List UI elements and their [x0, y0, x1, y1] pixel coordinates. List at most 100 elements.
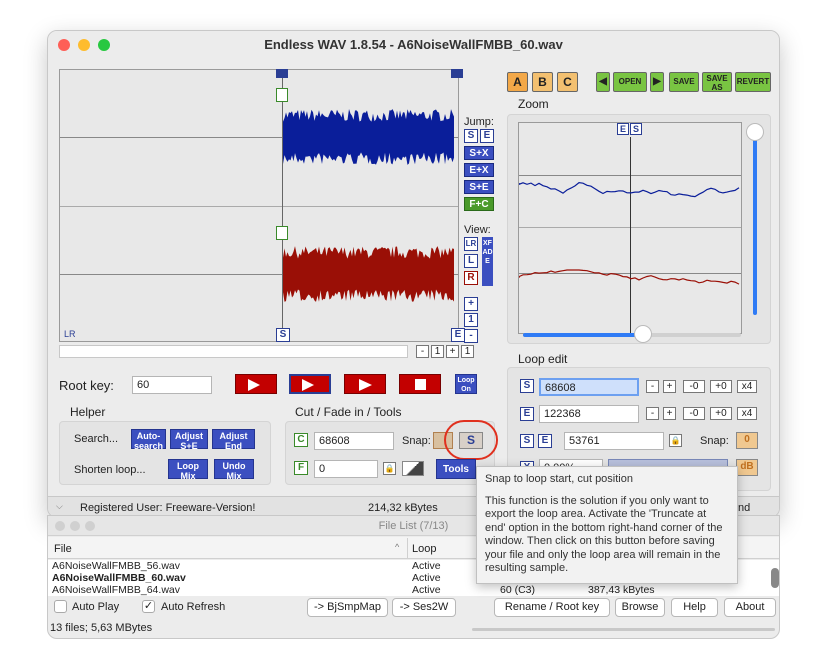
- highlight-circle: [444, 420, 498, 460]
- loop-end-input[interactable]: 122368: [539, 405, 639, 423]
- play-button[interactable]: [344, 374, 386, 394]
- file-list-scrollbar[interactable]: [771, 568, 779, 588]
- jump-ex-button[interactable]: E+X: [464, 163, 494, 177]
- zoom-horizontal-knob[interactable]: [634, 325, 652, 343]
- browse-button[interactable]: Browse: [615, 598, 665, 617]
- length-lock-icon[interactable]: 🔒: [669, 434, 682, 447]
- stop-button[interactable]: [399, 374, 441, 394]
- fade-lock-icon[interactable]: 🔒: [383, 462, 396, 475]
- jump-e-button[interactable]: E: [480, 129, 494, 143]
- loop-start-input[interactable]: 68608: [539, 378, 639, 396]
- view-r-button[interactable]: R: [464, 271, 478, 285]
- xfade-button[interactable]: XFADE: [482, 237, 493, 286]
- loop-on-button[interactable]: Loop On: [455, 374, 477, 394]
- auto-refresh-checkbox[interactable]: ✓: [142, 600, 155, 613]
- play-loop-button[interactable]: [235, 374, 277, 394]
- loop-end-x4[interactable]: x4: [737, 407, 757, 420]
- prev-file-icon[interactable]: ◀: [596, 72, 610, 92]
- crossfade-db-button[interactable]: dB: [736, 459, 758, 476]
- loop-e-tag[interactable]: E: [520, 407, 534, 421]
- fl-close-button[interactable]: [55, 521, 65, 531]
- loop-start-plus[interactable]: +: [663, 380, 676, 393]
- wave-zoom-1[interactable]: 1: [431, 345, 444, 358]
- tools-button[interactable]: Tools: [436, 459, 476, 479]
- vzoom-minus[interactable]: -: [464, 329, 478, 343]
- rename-root-key-button[interactable]: Rename / Root key: [494, 598, 610, 617]
- jump-se-button[interactable]: S+E: [464, 180, 494, 194]
- save-button[interactable]: SAVE: [669, 72, 699, 92]
- loop-length-input[interactable]: 53761: [564, 432, 664, 450]
- loop-snap-zero-button[interactable]: 0: [736, 432, 758, 449]
- jump-s-button[interactable]: S: [464, 129, 478, 143]
- loop-start-plus0[interactable]: +0: [710, 380, 732, 393]
- loop-s-tag[interactable]: S: [520, 379, 534, 393]
- preset-a-button[interactable]: A: [507, 72, 528, 92]
- auto-play-checkbox[interactable]: [54, 600, 67, 613]
- adjust-se-button[interactable]: Adjust S+E: [170, 429, 208, 451]
- loop-end-plus0[interactable]: +0: [710, 407, 732, 420]
- fl-min-button[interactable]: [70, 521, 80, 531]
- close-window-button[interactable]: [58, 39, 70, 51]
- jump-fc-button[interactable]: F+C: [464, 197, 494, 211]
- end-flag-icon[interactable]: [451, 69, 463, 78]
- status-chevron-icon[interactable]: ⌵: [56, 501, 63, 512]
- cut-position-input[interactable]: 68608: [314, 432, 394, 450]
- minimize-window-button[interactable]: [78, 39, 90, 51]
- file-row-name[interactable]: A6NoiseWallFMBB_56.wav: [52, 560, 180, 572]
- col-loop-header[interactable]: Loop: [412, 543, 436, 555]
- length-s-tag[interactable]: S: [520, 434, 534, 448]
- vzoom-1[interactable]: 1: [464, 313, 478, 327]
- fl-zoom-button[interactable]: [85, 521, 95, 531]
- zoom-window-button[interactable]: [98, 39, 110, 51]
- next-file-icon[interactable]: ▶: [650, 72, 664, 92]
- play-range-button[interactable]: [289, 374, 331, 394]
- help-button[interactable]: Help: [671, 598, 718, 617]
- loop-start-marker[interactable]: S: [276, 328, 290, 342]
- file-row-name[interactable]: A6NoiseWallFMBB_64.wav: [52, 584, 180, 596]
- wave-zoom-minus[interactable]: -: [416, 345, 429, 358]
- fade-in-input[interactable]: 0: [314, 460, 378, 478]
- vzoom-plus[interactable]: +: [464, 297, 478, 311]
- view-lr-button[interactable]: LR: [464, 237, 478, 251]
- wave-zoom-reset[interactable]: 1: [461, 345, 474, 358]
- length-e-tag[interactable]: E: [538, 434, 552, 448]
- zoom-vertical-knob[interactable]: [746, 123, 764, 141]
- cut-c-tag[interactable]: C: [294, 433, 308, 447]
- loop-start-minus[interactable]: -: [646, 380, 659, 393]
- loop-end-minus[interactable]: -: [646, 407, 659, 420]
- auto-search-button[interactable]: Auto-search: [131, 429, 166, 451]
- cut-marker-right-icon[interactable]: [276, 226, 288, 240]
- horizontal-scrollbar[interactable]: [472, 628, 775, 631]
- col-file-header[interactable]: File: [54, 543, 72, 555]
- about-button[interactable]: About: [724, 598, 776, 617]
- bjsmpmap-button[interactable]: -> BjSmpMap: [307, 598, 388, 617]
- adjust-end-button[interactable]: Adjust End: [212, 429, 255, 451]
- fade-f-tag[interactable]: F: [294, 461, 308, 475]
- file-row-name-current[interactable]: A6NoiseWallFMBB_60.wav: [52, 572, 186, 584]
- wave-zoom-plus[interactable]: +: [446, 345, 459, 358]
- ses2w-button[interactable]: -> Ses2W: [392, 598, 456, 617]
- open-button[interactable]: OPEN: [613, 72, 647, 92]
- loop-end-minus0[interactable]: -0: [683, 407, 705, 420]
- undo-mix-button[interactable]: Undo Mix: [214, 459, 254, 481]
- loop-start-minus0[interactable]: -0: [683, 380, 705, 393]
- cut-marker-left-icon[interactable]: [276, 88, 288, 102]
- root-key-input[interactable]: 60: [132, 376, 212, 394]
- loop-end-plus[interactable]: +: [663, 407, 676, 420]
- shorten-label: Shorten loop...: [74, 464, 146, 476]
- waveform-view[interactable]: LR S E: [59, 69, 465, 342]
- zoom-vertical-slider[interactable]: [753, 127, 757, 315]
- preset-c-button[interactable]: C: [557, 72, 578, 92]
- loop-mix-button[interactable]: Loop Mix: [168, 459, 208, 481]
- revert-button[interactable]: REVERT: [735, 72, 771, 92]
- jump-sx-button[interactable]: S+X: [464, 146, 494, 160]
- preset-b-button[interactable]: B: [532, 72, 553, 92]
- save-as-button[interactable]: SAVE AS: [702, 72, 732, 92]
- loop-start-x4[interactable]: x4: [737, 380, 757, 393]
- view-l-button[interactable]: L: [464, 254, 478, 268]
- start-flag-icon[interactable]: [276, 69, 288, 78]
- fade-curve-icon[interactable]: [402, 461, 424, 476]
- waveform-scrollbar[interactable]: [59, 345, 408, 358]
- loop-end-marker[interactable]: E: [451, 328, 465, 342]
- zoom-view[interactable]: E S: [518, 122, 742, 335]
